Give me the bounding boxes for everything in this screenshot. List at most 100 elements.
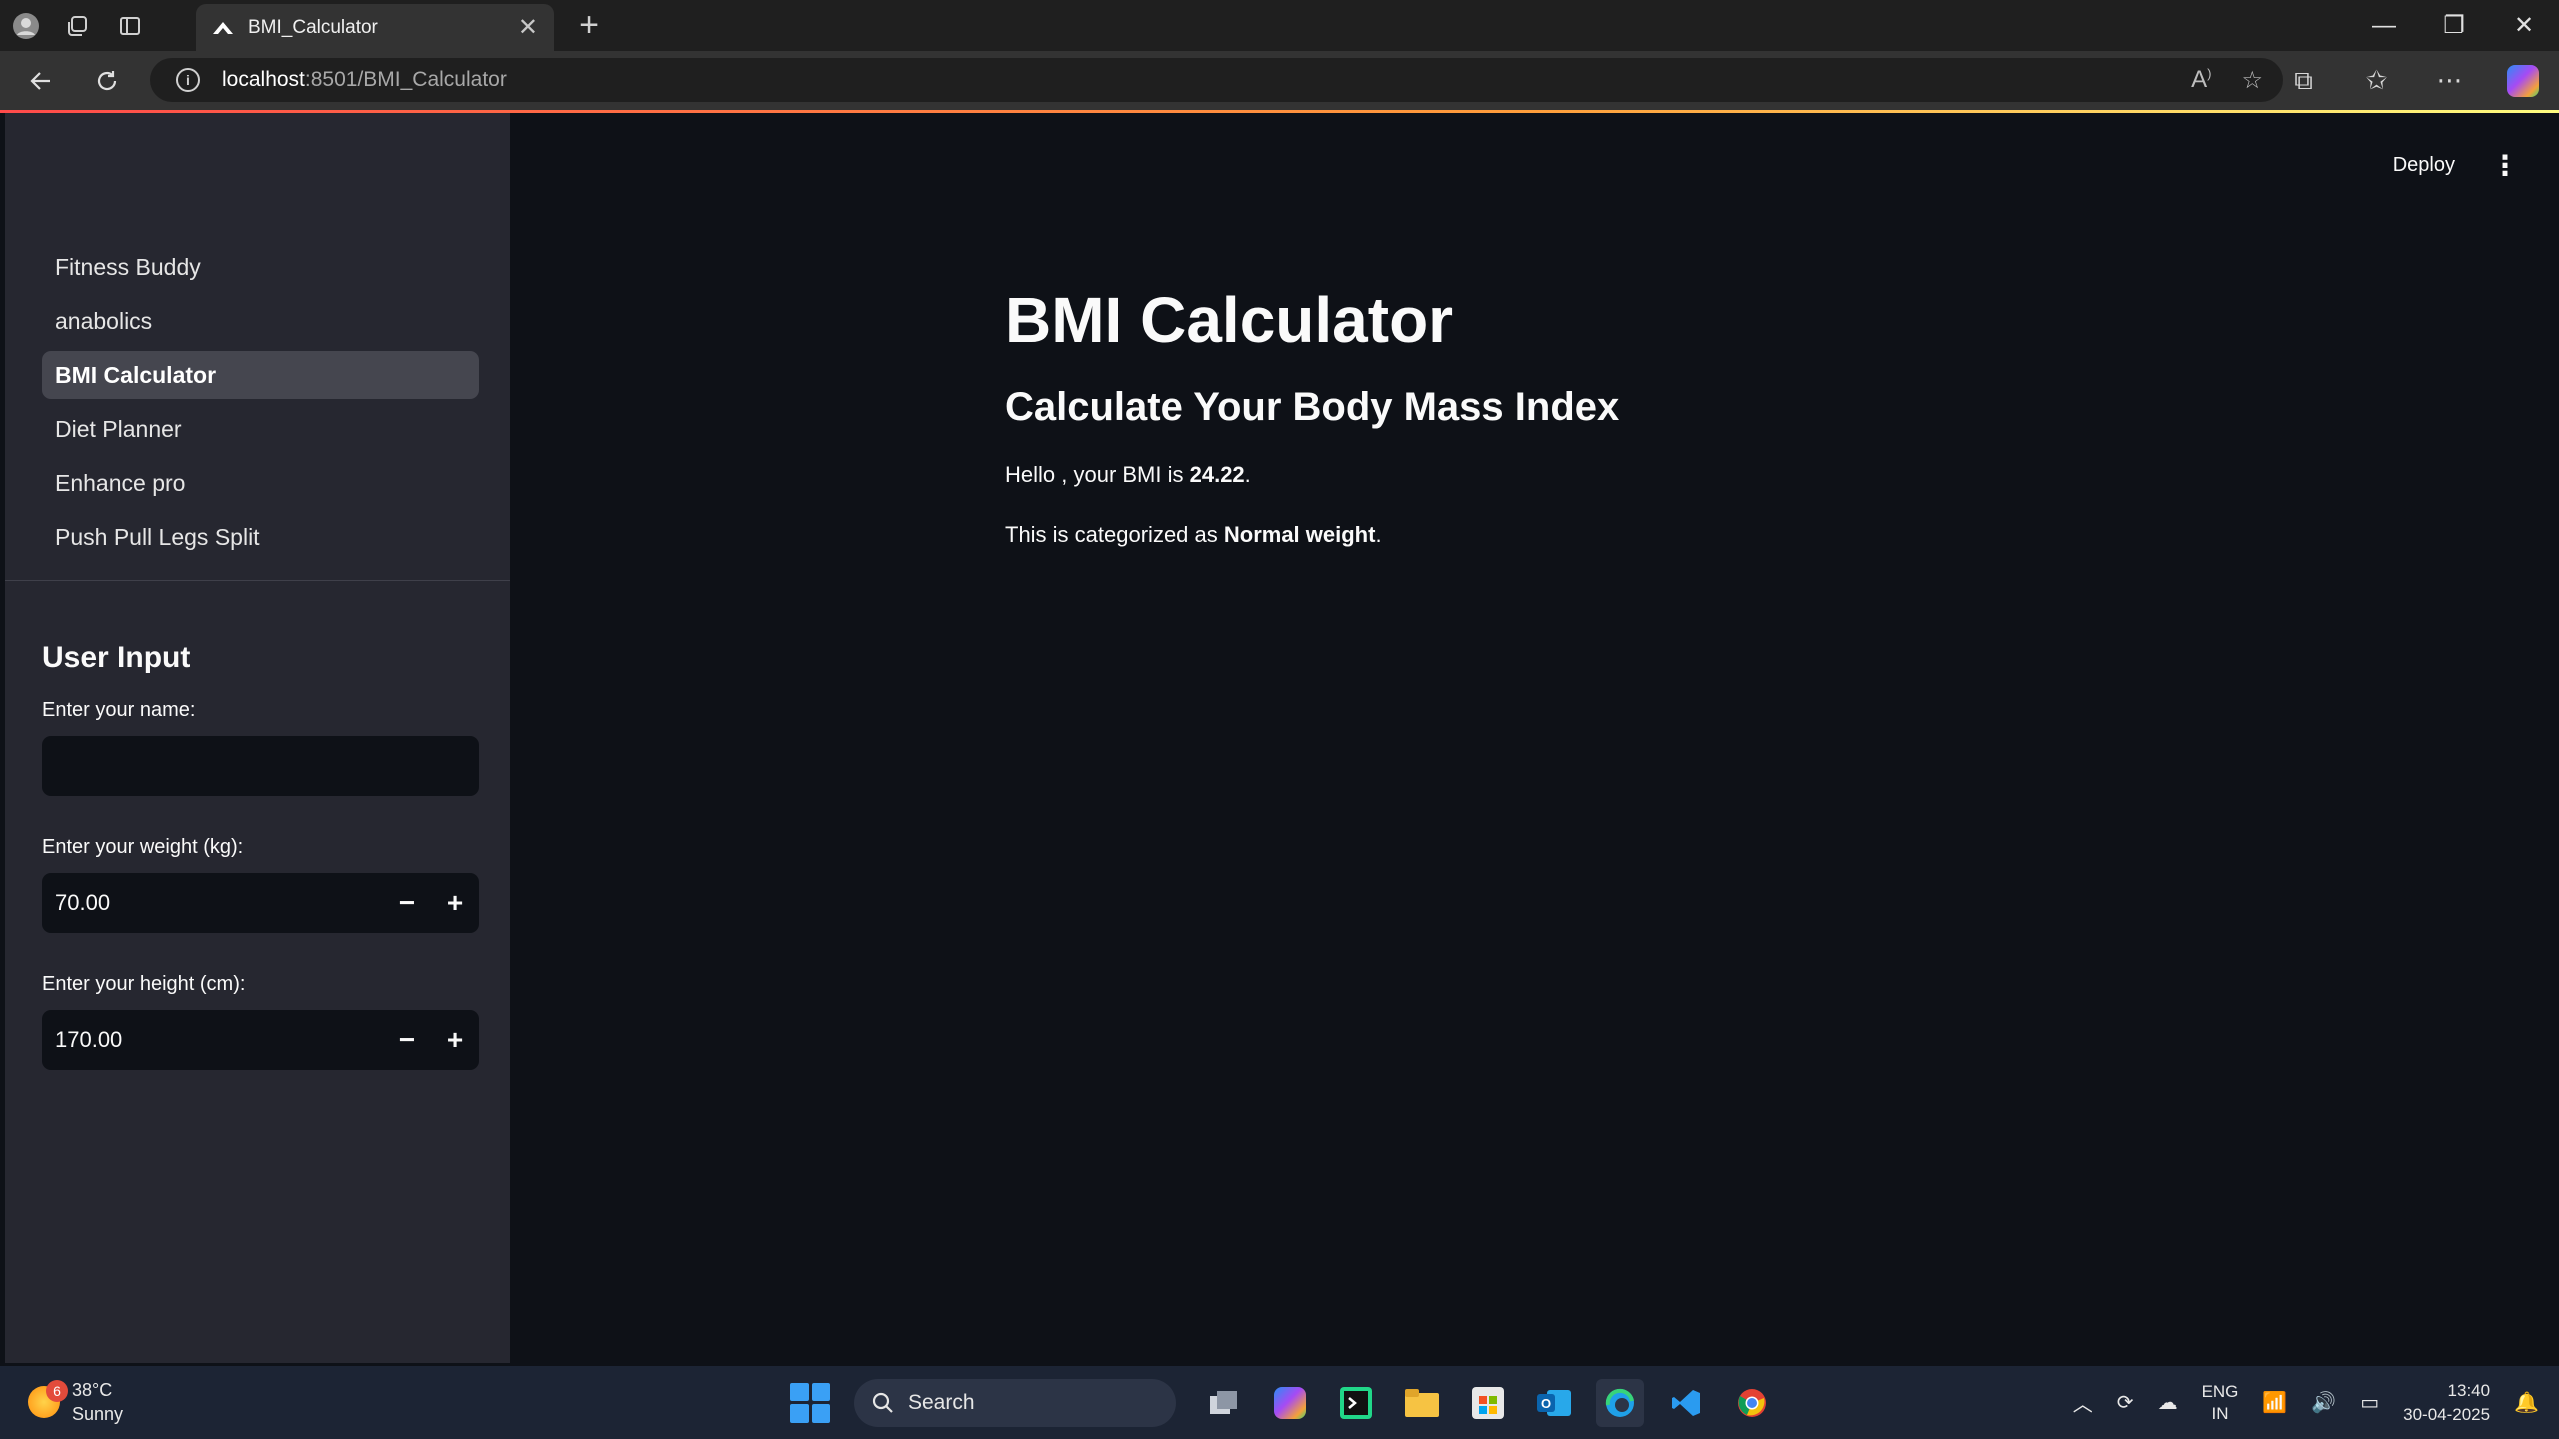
edge-icon[interactable] <box>1596 1378 1644 1427</box>
favorites-icon[interactable]: ✩ <box>2340 51 2413 110</box>
sidebar-item-enhance-pro[interactable]: Enhance pro <box>42 459 479 507</box>
category-prefix: This is categorized as <box>1005 522 1224 547</box>
microsoft-store-icon[interactable] <box>1464 1379 1512 1427</box>
page-title: BMI Calculator <box>1005 284 1454 356</box>
weight-value[interactable]: 70.00 <box>42 890 383 916</box>
bmi-result-suffix: . <box>1244 462 1251 487</box>
sidebar-nav: Fitness Buddy anabolics BMI Calculator D… <box>42 243 479 567</box>
app-header-actions: Deploy ⋮ <box>2393 149 2519 182</box>
height-number-input: 170.00 − + <box>42 1010 479 1070</box>
back-icon[interactable] <box>8 51 74 110</box>
read-aloud-icon[interactable]: A) <box>2191 66 2211 94</box>
battery-icon[interactable]: ▭ <box>2360 1390 2379 1415</box>
weather-badge: 6 <box>46 1380 68 1402</box>
taskbar-search[interactable]: Search <box>854 1378 1176 1427</box>
category-value: Normal weight <box>1223 522 1376 547</box>
weight-number-input: 70.00 − + <box>42 873 479 933</box>
name-input[interactable] <box>42 736 479 796</box>
vscode-icon[interactable] <box>1662 1379 1710 1427</box>
weight-increment-button[interactable]: + <box>431 873 479 933</box>
vertical-tabs-icon[interactable] <box>104 0 156 51</box>
tab-bmi-calculator[interactable]: BMI_Calculator ✕ <box>196 4 554 51</box>
sidebar-item-fitness-buddy[interactable]: Fitness Buddy <box>42 243 479 291</box>
streamlit-favicon-icon <box>212 17 234 39</box>
url-actions: A) ☆ <box>2191 58 2263 102</box>
wifi-icon[interactable]: 📶 <box>2262 1390 2287 1415</box>
reload-icon[interactable] <box>74 51 140 110</box>
browser-toolbar-right: ⧉ ✩ ⋯ <box>2267 51 2559 110</box>
bmi-result-prefix: Hello , your BMI is <box>1005 462 1190 487</box>
bmi-category-text: This is categorized as Normal weight. <box>1005 522 2105 548</box>
sidebar-item-diet-planner[interactable]: Diet Planner <box>42 405 479 453</box>
clock-date: 30-04-2025 <box>2403 1404 2491 1424</box>
sidebar-item-anabolics[interactable]: anabolics <box>42 297 479 345</box>
close-window-icon[interactable]: ✕ <box>2489 0 2559 51</box>
bmi-result-text: Hello , your BMI is 24.22. <box>1005 462 2105 488</box>
deploy-button[interactable]: Deploy <box>2393 154 2455 177</box>
temperature: 38°C <box>72 1380 113 1400</box>
main-menu-icon[interactable]: ⋮ <box>2491 149 2519 182</box>
clock[interactable]: 13:40 30-04-2025 <box>2403 1379 2490 1427</box>
chrome-icon[interactable] <box>1728 1379 1776 1427</box>
page-subheader: Calculate Your Body Mass Index <box>1005 385 1620 429</box>
profile-icon[interactable] <box>0 0 52 51</box>
height-increment-button[interactable]: + <box>431 1010 479 1070</box>
height-value[interactable]: 170.00 <box>42 1027 383 1053</box>
minimize-icon[interactable]: — <box>2349 0 2419 51</box>
language-indicator[interactable]: ENG IN <box>2202 1381 2239 1425</box>
copilot-app-icon[interactable] <box>1266 1379 1314 1427</box>
user-input-section: User Input Enter your name: Enter your w… <box>42 641 479 1110</box>
search-icon <box>872 1392 893 1413</box>
weight-decrement-button[interactable]: − <box>383 873 431 933</box>
name-label: Enter your name: <box>42 699 196 721</box>
clock-time: 13:40 <box>2447 1380 2491 1400</box>
height-decrement-button[interactable]: − <box>383 1010 431 1070</box>
address-toolbar: i localhost:8501/BMI_Calculator A) ☆ ⧉ ✩… <box>0 51 2559 110</box>
tab-close-icon[interactable]: ✕ <box>518 13 538 42</box>
page-body: BMI Calculator Calculate Your Body Mass … <box>1005 283 2105 582</box>
restore-icon[interactable]: ❐ <box>2419 0 2489 51</box>
extensions-icon[interactable]: ⧉ <box>2267 51 2340 110</box>
windows-start-icon[interactable] <box>790 1382 830 1423</box>
new-tab-icon[interactable]: + <box>564 0 614 51</box>
taskbar-apps: Search O <box>790 1366 1776 1439</box>
url-host: localhost <box>222 68 305 91</box>
file-explorer-icon[interactable] <box>1398 1379 1446 1427</box>
windows-taskbar: 6 38°C Sunny Search O ︿ ⟳ ☁ ENG IN 📶 🔊 ▭ <box>0 1366 2559 1439</box>
user-input-title: User Input <box>42 641 191 674</box>
more-options-icon[interactable]: ⋯ <box>2413 51 2486 110</box>
svg-text:O: O <box>1541 1396 1551 1411</box>
favorite-star-icon[interactable]: ☆ <box>2241 66 2263 95</box>
weather-condition: Sunny <box>72 1404 124 1424</box>
show-hidden-icons-icon[interactable]: ︿ <box>2073 1388 2093 1417</box>
main-content: Deploy ⋮ BMI Calculator Calculate Your B… <box>510 113 2559 1363</box>
url-path: :8501/BMI_Calculator <box>304 68 507 91</box>
workspaces-icon[interactable] <box>52 0 104 51</box>
weight-label: Enter your weight (kg): <box>42 836 244 858</box>
category-suffix: . <box>1375 522 1382 547</box>
search-label: Search <box>908 1390 975 1414</box>
outlook-icon[interactable]: O <box>1530 1379 1578 1427</box>
sidebar-divider <box>5 580 510 581</box>
site-info-icon[interactable]: i <box>176 68 200 92</box>
sunny-weather-icon: 6 <box>28 1380 68 1418</box>
system-tray: ︿ ⟳ ☁ ENG IN 📶 🔊 ▭ 13:40 30-04-2025 🔔 <box>2073 1366 2539 1439</box>
copilot-icon[interactable] <box>2486 51 2559 110</box>
weather-widget[interactable]: 6 38°C Sunny <box>28 1378 123 1426</box>
sidebar-item-bmi-calculator[interactable]: BMI Calculator <box>42 351 479 399</box>
tab-title: BMI_Calculator <box>248 16 378 38</box>
onedrive-icon[interactable]: ☁ <box>2158 1390 2178 1415</box>
window-controls: — ❐ ✕ <box>2349 0 2559 51</box>
browser-tab-bar: BMI_Calculator ✕ + — ❐ ✕ <box>0 0 2559 51</box>
task-view-icon[interactable] <box>1200 1379 1248 1427</box>
bmi-value: 24.22 <box>1189 462 1245 487</box>
sidebar-item-push-pull-legs[interactable]: Push Pull Legs Split <box>42 513 479 561</box>
notifications-icon[interactable]: 🔔 <box>2514 1390 2539 1415</box>
volume-icon[interactable]: 🔊 <box>2311 1390 2336 1415</box>
url-bar[interactable]: i localhost:8501/BMI_Calculator A) ☆ <box>150 58 2283 102</box>
sidebar: Fitness Buddy anabolics BMI Calculator D… <box>5 113 510 1363</box>
height-label: Enter your height (cm): <box>42 973 246 995</box>
pycharm-icon[interactable] <box>1332 1379 1380 1427</box>
sync-icon[interactable]: ⟳ <box>2117 1390 2134 1415</box>
language-code: ENG <box>2201 1381 2239 1401</box>
